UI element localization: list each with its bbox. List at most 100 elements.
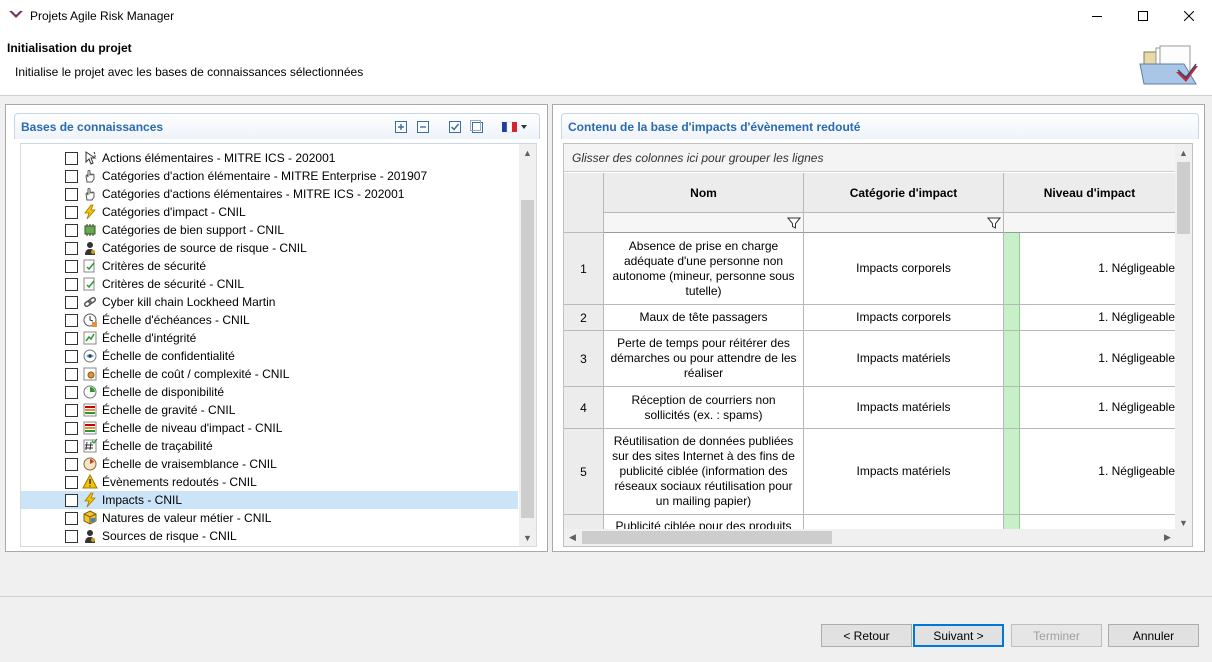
row-number[interactable]: 4 bbox=[564, 387, 604, 429]
tree-item-checkbox[interactable] bbox=[65, 512, 78, 525]
tree-item[interactable]: Natures de valeur métier - CNIL bbox=[21, 509, 518, 527]
close-button[interactable] bbox=[1166, 0, 1212, 32]
group-by-area[interactable]: Glisser des colonnes ici pour grouper le… bbox=[564, 144, 1176, 172]
tree-item[interactable]: Cyber kill chain Lockheed Martin bbox=[21, 293, 518, 311]
grid-vertical-scrollbar[interactable]: ▲ ▼ bbox=[1175, 144, 1192, 531]
tree-item[interactable]: Catégories d'actions élémentaires - MITR… bbox=[21, 185, 518, 203]
tree-item[interactable]: Échelle d'intégrité bbox=[21, 329, 518, 347]
tree-item[interactable]: Catégories d'action élémentaire - MITRE … bbox=[21, 167, 518, 185]
tree-item-checkbox[interactable] bbox=[65, 368, 78, 381]
tree-item-checkbox[interactable] bbox=[65, 296, 78, 309]
tree-item-checkbox[interactable] bbox=[65, 206, 78, 219]
tree-item-checkbox[interactable] bbox=[65, 404, 78, 417]
row-number[interactable]: 2 bbox=[564, 305, 604, 331]
cell-categorie[interactable]: Impacts matériels bbox=[804, 331, 1004, 387]
cell-categorie[interactable]: Impacts matériels bbox=[804, 387, 1004, 429]
tree-item-checkbox[interactable] bbox=[65, 386, 78, 399]
filter-categorie[interactable] bbox=[804, 213, 1004, 233]
scroll-left-arrow-icon[interactable]: ◀ bbox=[564, 529, 581, 546]
tree-item-label: Échelle d'échéances - CNIL bbox=[102, 313, 250, 327]
scroll-down-arrow-icon[interactable]: ▼ bbox=[519, 529, 536, 546]
cell-niveau[interactable]: 1. Négligeable bbox=[1004, 233, 1176, 305]
cell-categorie[interactable]: Impacts corporels bbox=[804, 233, 1004, 305]
tree-item-checkbox[interactable] bbox=[65, 314, 78, 327]
collapse-all-icon[interactable] bbox=[415, 119, 431, 135]
tree-item-label: Catégories d'actions élémentaires - MITR… bbox=[102, 187, 405, 201]
filter-niveau[interactable] bbox=[1004, 213, 1176, 233]
tree-item[interactable]: Échelle de confidentialité bbox=[21, 347, 518, 365]
cell-niveau[interactable]: 1. Négligeable bbox=[1004, 387, 1176, 429]
grid-horizontal-scrollbar[interactable]: ◀ ▶ bbox=[564, 529, 1176, 546]
tree-item-checkbox[interactable] bbox=[65, 422, 78, 435]
tree-item[interactable]: Sources de risque - CNIL bbox=[21, 527, 518, 545]
tree-item-checkbox[interactable] bbox=[65, 224, 78, 237]
grid-scroll-thumb[interactable] bbox=[1177, 162, 1190, 234]
tree-item[interactable]: Échelle d'échéances - CNIL bbox=[21, 311, 518, 329]
back-button[interactable]: < Retour bbox=[821, 624, 912, 647]
tree-item[interactable]: Critères de sécurité bbox=[21, 257, 518, 275]
next-button[interactable]: Suivant > bbox=[913, 624, 1004, 647]
row-number[interactable]: 3 bbox=[564, 331, 604, 387]
cell-nom[interactable]: Maux de tête passagers bbox=[604, 305, 804, 331]
tree-item-checkbox[interactable] bbox=[65, 188, 78, 201]
uncheck-all-icon[interactable] bbox=[469, 119, 485, 135]
tree-item[interactable]: Échelle de disponibilité bbox=[21, 383, 518, 401]
cell-nom[interactable]: Réception de courriers non sollicités (e… bbox=[604, 387, 804, 429]
tree-item[interactable]: Impacts - CNIL bbox=[21, 491, 518, 509]
tree-item[interactable]: Évènements redoutés - CNIL bbox=[21, 473, 518, 491]
cell-niveau[interactable]: 1. Négligeable bbox=[1004, 331, 1176, 387]
cell-nom[interactable]: Absence de prise en charge adéquate d'un… bbox=[604, 233, 804, 305]
tree-item-checkbox[interactable] bbox=[65, 242, 78, 255]
expand-all-icon[interactable] bbox=[393, 119, 409, 135]
minimize-button[interactable] bbox=[1074, 0, 1120, 32]
tree-item[interactable]: Catégories de bien support - CNIL bbox=[21, 221, 518, 239]
cell-nom[interactable]: Réutilisation de données publiées sur de… bbox=[604, 429, 804, 515]
tree-item-checkbox[interactable] bbox=[65, 476, 78, 489]
column-header-nom[interactable]: Nom bbox=[604, 173, 804, 213]
tree-item-checkbox[interactable] bbox=[65, 278, 78, 291]
row-number[interactable]: 1 bbox=[564, 233, 604, 305]
tree-item-checkbox[interactable] bbox=[65, 170, 78, 183]
tree-item-checkbox[interactable] bbox=[65, 152, 78, 165]
tree-item-checkbox[interactable] bbox=[65, 458, 78, 471]
cell-categorie[interactable]: Impacts corporels bbox=[804, 305, 1004, 331]
tree-item[interactable]: Échelle de gravité - CNIL bbox=[21, 401, 518, 419]
tree-item-checkbox[interactable] bbox=[65, 350, 78, 363]
tree-scroll-thumb[interactable] bbox=[521, 200, 534, 518]
cell-categorie[interactable]: Impacts matériels bbox=[804, 429, 1004, 515]
scroll-up-arrow-icon[interactable]: ▲ bbox=[519, 144, 536, 161]
scroll-right-arrow-icon[interactable]: ▶ bbox=[1159, 529, 1176, 546]
maximize-button[interactable] bbox=[1120, 0, 1166, 32]
finish-button[interactable]: Terminer bbox=[1011, 624, 1102, 647]
filter-nom[interactable] bbox=[604, 213, 804, 233]
tree-vertical-scrollbar[interactable]: ▲ ▼ bbox=[519, 144, 536, 546]
grid-hscroll-thumb[interactable] bbox=[582, 531, 832, 544]
check-all-icon[interactable] bbox=[447, 119, 463, 135]
tree-item[interactable]: Catégories d'impact - CNIL bbox=[21, 203, 518, 221]
tree-item[interactable]: Catégories de source de risque - CNIL bbox=[21, 239, 518, 257]
tree-item[interactable]: Critères de sécurité - CNIL bbox=[21, 275, 518, 293]
tree-item[interactable]: Échelle de coût / complexité - CNIL bbox=[21, 365, 518, 383]
tree-item-checkbox[interactable] bbox=[65, 494, 78, 507]
french-flag-icon[interactable] bbox=[501, 119, 529, 135]
column-header-niveau[interactable]: Niveau d'impact bbox=[1004, 173, 1176, 213]
tree-item[interactable]: Échelle de traçabilité bbox=[21, 437, 518, 455]
filter-funnel-icon[interactable] bbox=[787, 216, 801, 230]
cell-niveau[interactable]: 1. Négligeable bbox=[1004, 429, 1176, 515]
tree-item-checkbox[interactable] bbox=[65, 332, 78, 345]
row-number[interactable]: 5 bbox=[564, 429, 604, 515]
warning-icon bbox=[82, 474, 98, 489]
tree-item-checkbox[interactable] bbox=[65, 530, 78, 543]
cell-nom[interactable]: Perte de temps pour réitérer des démarch… bbox=[604, 331, 804, 387]
scroll-up-arrow-icon[interactable]: ▲ bbox=[1175, 144, 1192, 161]
column-header-categorie[interactable]: Catégorie d'impact bbox=[804, 173, 1004, 213]
tree-item[interactable]: Actions élémentaires - MITRE ICS - 20200… bbox=[21, 149, 518, 167]
cell-niveau[interactable]: 1. Négligeable bbox=[1004, 305, 1176, 331]
tree-item-checkbox[interactable] bbox=[65, 440, 78, 453]
filter-funnel-icon[interactable] bbox=[987, 216, 1001, 230]
cancel-button[interactable]: Annuler bbox=[1108, 624, 1199, 647]
tree-item-checkbox[interactable] bbox=[65, 260, 78, 273]
tree-item[interactable]: Échelle de vraisemblance - CNIL bbox=[21, 455, 518, 473]
tree-item[interactable]: Échelle de niveau d'impact - CNIL bbox=[21, 419, 518, 437]
level-color-indicator bbox=[1004, 305, 1020, 330]
